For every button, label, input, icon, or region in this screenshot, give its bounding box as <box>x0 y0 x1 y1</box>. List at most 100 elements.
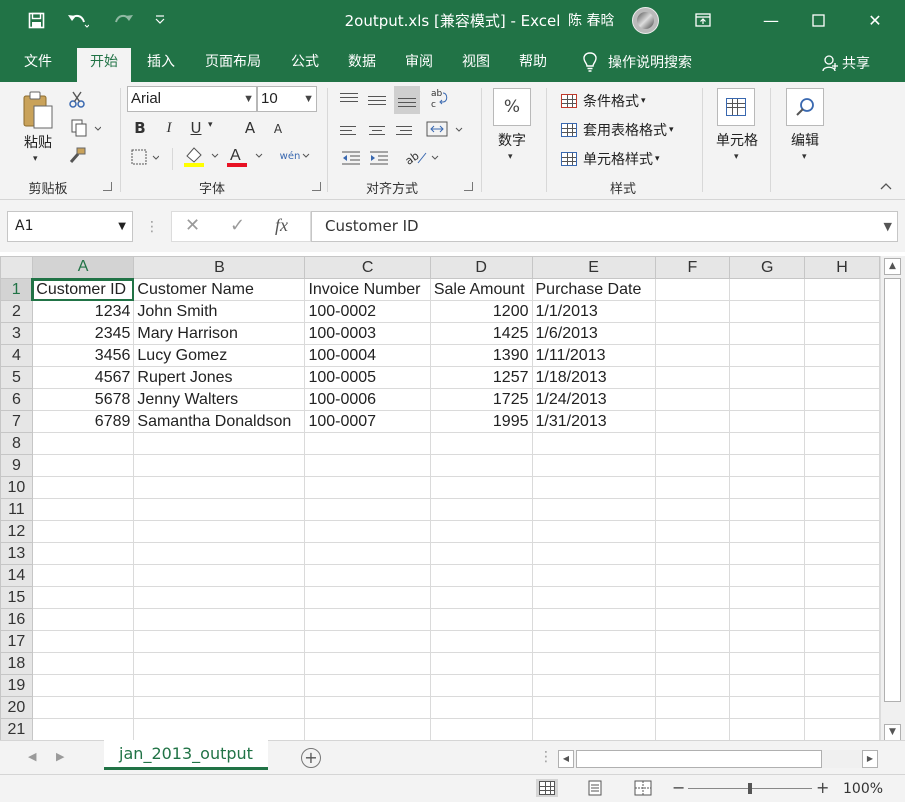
underline-dropdown-icon[interactable]: ▾ <box>208 120 213 130</box>
select-all-corner[interactable] <box>0 256 33 279</box>
cell[interactable] <box>804 696 880 719</box>
cell[interactable] <box>729 652 806 675</box>
row-header[interactable]: 14 <box>0 564 33 587</box>
cell[interactable]: 1425 <box>429 322 533 345</box>
enter-icon[interactable]: ✓ <box>230 215 245 236</box>
cell[interactable] <box>804 586 880 609</box>
row-header[interactable]: 2 <box>0 300 33 323</box>
cell[interactable] <box>654 718 731 740</box>
phonetic-icon[interactable]: wén <box>276 144 316 168</box>
cell[interactable]: 1390 <box>429 344 533 367</box>
cell[interactable] <box>31 586 135 609</box>
cell[interactable]: 1725 <box>429 388 533 411</box>
sheet-next-icon[interactable]: ▶ <box>56 750 64 763</box>
tell-me-search[interactable]: 操作说明搜索 <box>582 52 692 72</box>
zoom-in-button[interactable]: + <box>816 778 829 797</box>
cell[interactable] <box>531 454 656 477</box>
cell[interactable] <box>729 300 806 323</box>
cell[interactable] <box>531 476 656 499</box>
cell[interactable] <box>729 564 806 587</box>
cell[interactable] <box>729 630 806 653</box>
tab-file[interactable]: 文件 <box>14 48 62 82</box>
cell[interactable] <box>531 630 656 653</box>
name-box[interactable]: A1 ▼ <box>7 211 133 242</box>
formula-bar-grip-icon[interactable]: ⋮ <box>145 218 159 236</box>
insert-function-button[interactable]: fx <box>275 215 288 236</box>
font-size-combo[interactable]: 10 ▼ <box>257 86 317 112</box>
cell[interactable] <box>304 718 431 740</box>
cell[interactable] <box>429 630 533 653</box>
align-right-icon[interactable] <box>396 120 416 140</box>
row-header[interactable]: 16 <box>0 608 33 631</box>
search-icon[interactable] <box>786 88 824 126</box>
normal-view-icon[interactable] <box>536 779 558 797</box>
cell[interactable]: Lucy Gomez <box>133 344 306 367</box>
borders-icon[interactable] <box>130 146 160 168</box>
cell[interactable] <box>654 388 731 411</box>
cell[interactable] <box>304 674 431 697</box>
row-header[interactable]: 4 <box>0 344 33 367</box>
cell[interactable] <box>654 630 731 653</box>
cell[interactable] <box>729 542 806 565</box>
cell[interactable] <box>31 520 135 543</box>
add-sheet-icon[interactable]: + <box>301 748 321 768</box>
cell[interactable] <box>654 454 731 477</box>
cell[interactable]: 100-0005 <box>304 366 431 389</box>
cell[interactable] <box>429 696 533 719</box>
cell[interactable] <box>429 498 533 521</box>
cell[interactable] <box>804 674 880 697</box>
cell[interactable] <box>31 652 135 675</box>
restore-button[interactable] <box>795 0 841 40</box>
cell[interactable] <box>133 630 306 653</box>
number-dropdown-icon[interactable]: ▾ <box>508 152 513 162</box>
cell[interactable] <box>133 652 306 675</box>
cell[interactable] <box>133 564 306 587</box>
row-header[interactable]: 3 <box>0 322 33 345</box>
column-header-d[interactable]: D <box>429 256 533 279</box>
editing-label[interactable]: 编辑 <box>783 130 827 150</box>
cell[interactable] <box>729 608 806 631</box>
tab-data[interactable]: 数据 <box>337 48 387 82</box>
cell[interactable] <box>804 432 880 455</box>
cell[interactable] <box>654 608 731 631</box>
tab-page-layout[interactable]: 页面布局 <box>196 48 270 82</box>
close-button[interactable]: ✕ <box>852 0 898 40</box>
cell[interactable] <box>429 718 533 740</box>
scroll-left-icon[interactable]: ◀ <box>558 750 574 768</box>
cell[interactable] <box>429 586 533 609</box>
sheet-tab[interactable]: jan_2013_output <box>104 740 268 770</box>
cell[interactable] <box>304 542 431 565</box>
cell[interactable] <box>429 520 533 543</box>
cell[interactable] <box>804 652 880 675</box>
scroll-right-icon[interactable]: ▶ <box>862 750 878 768</box>
horizontal-scrollbar[interactable]: ◀ ▶ <box>558 750 878 768</box>
cell[interactable] <box>133 498 306 521</box>
cell[interactable] <box>804 498 880 521</box>
tab-review[interactable]: 审阅 <box>394 48 444 82</box>
user-name[interactable]: 陈 春晗 <box>568 10 614 30</box>
cell[interactable] <box>654 498 731 521</box>
cell[interactable] <box>804 630 880 653</box>
cell[interactable] <box>133 718 306 740</box>
merge-center-icon[interactable] <box>425 118 465 140</box>
row-header[interactable]: 18 <box>0 652 33 675</box>
cell[interactable] <box>531 498 656 521</box>
alignment-launcher-icon[interactable] <box>464 182 473 191</box>
cell[interactable]: 1234 <box>31 300 135 323</box>
horizontal-scroll-thumb[interactable] <box>576 750 822 768</box>
share-button[interactable]: 共享 <box>822 53 870 73</box>
cell[interactable] <box>804 542 880 565</box>
cell[interactable]: Jenny Walters <box>133 388 306 411</box>
cell[interactable]: Mary Harrison <box>133 322 306 345</box>
cancel-icon[interactable]: ✕ <box>185 215 200 236</box>
row-header[interactable]: 6 <box>0 388 33 411</box>
header-cell[interactable]: Customer ID <box>31 278 135 301</box>
cell[interactable] <box>729 454 806 477</box>
font-launcher-icon[interactable] <box>312 182 321 191</box>
cell[interactable] <box>31 432 135 455</box>
wrap-text-icon[interactable]: ab c <box>428 86 450 110</box>
row-header[interactable]: 10 <box>0 476 33 499</box>
cell[interactable]: 2345 <box>31 322 135 345</box>
avatar[interactable] <box>632 7 659 34</box>
align-center-icon[interactable] <box>368 120 388 140</box>
